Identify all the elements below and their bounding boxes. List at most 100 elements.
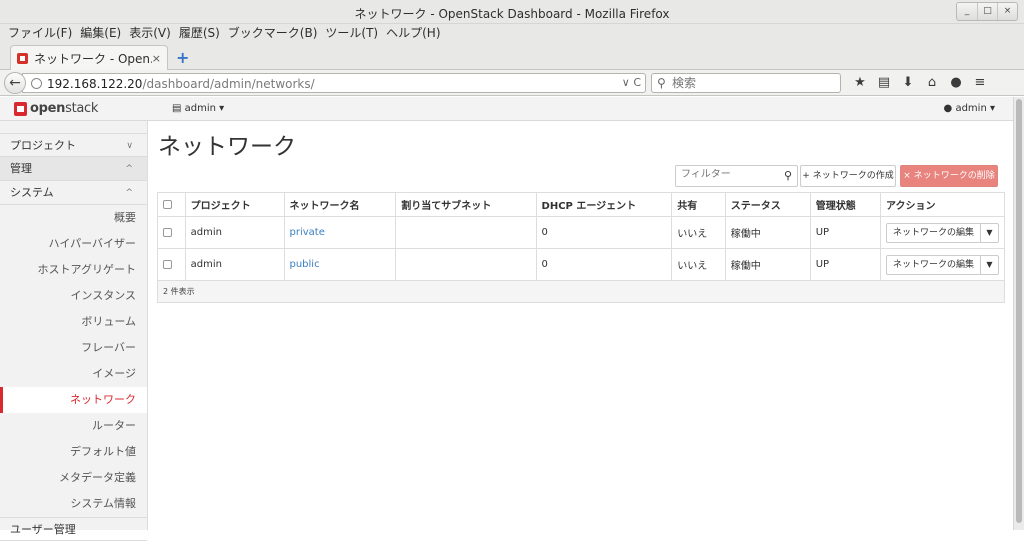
cell-status: 稼働中 (724, 248, 811, 281)
cell-subnets (395, 216, 537, 249)
caret-down-icon[interactable]: ▼ (980, 223, 998, 242)
row-checkbox[interactable] (163, 259, 172, 269)
close-window-button[interactable]: × (997, 3, 1017, 20)
sidebar-item-volumes[interactable]: ボリューム (0, 309, 147, 335)
cell-project: admin (184, 216, 285, 249)
row-select-cell[interactable] (157, 248, 186, 281)
select-all-checkbox[interactable] (163, 199, 172, 209)
window-titlebar: ネットワーク - OpenStack Dashboard - Mozilla F… (0, 0, 1024, 24)
sidebar-section-system[interactable]: システム ^ (0, 181, 147, 205)
download-icon[interactable]: ⬇ (896, 74, 920, 92)
cell-status: 稼働中 (724, 216, 811, 249)
window-title: ネットワーク - OpenStack Dashboard - Mozilla F… (354, 7, 670, 21)
column-header-project[interactable]: プロジェクト (184, 192, 285, 217)
back-arrow-icon[interactable]: ← (4, 72, 26, 94)
project-dropdown[interactable]: ▤ admin ▾ (172, 103, 224, 114)
home-icon[interactable]: ⌂ (920, 74, 944, 92)
url-host: 192.168.122.20 (47, 77, 143, 91)
row-select-cell[interactable] (157, 216, 186, 249)
sidebar-item-host-aggregates[interactable]: ホストアグリゲート (0, 257, 147, 283)
main-content: ネットワーク ⚲ + ネットワークの作成 × ネットワークの削除 プロジェクト … (149, 121, 1013, 530)
logo-text-stack: stack (65, 101, 99, 116)
row-action-group: ネットワークの編集 ▼ (885, 254, 999, 275)
url-bar[interactable]: 192.168.122.20/dashboard/admin/networks/… (22, 73, 646, 93)
hamburger-menu-icon[interactable]: ≡ (968, 74, 992, 92)
cell-subnets (395, 248, 537, 281)
toolbar-icons: ★ ▤ ⬇ ⌂ ● ≡ (848, 74, 992, 92)
reading-list-icon[interactable]: ▤ (872, 74, 896, 92)
user-dropdown[interactable]: ● admin ▾ (944, 103, 995, 114)
sidebar: プロジェクト ∨ 管理 ^ システム ^ 概要 ハイパーバイザー ホストアグリゲート … (0, 121, 148, 541)
search-icon[interactable]: ⚲ (784, 169, 792, 182)
column-header-admin-state[interactable]: 管理状態 (809, 192, 881, 217)
network-name-link[interactable]: private (290, 227, 325, 238)
edit-network-button[interactable]: ネットワークの編集 (887, 224, 980, 242)
menu-file[interactable]: ファイル(F) (4, 24, 76, 42)
column-header-dhcp-agents[interactable]: DHCP エージェント (535, 192, 673, 217)
sidebar-item-flavors[interactable]: フレーバー (0, 335, 147, 361)
globe-icon (31, 78, 42, 89)
column-header-actions: アクション (879, 192, 1006, 217)
maximize-button[interactable]: □ (977, 3, 997, 20)
create-network-button[interactable]: + ネットワークの作成 (800, 165, 896, 187)
addon-icon[interactable]: ● (944, 74, 968, 92)
column-header-status[interactable]: ステータス (724, 192, 811, 217)
sidebar-section-admin[interactable]: 管理 ^ (0, 157, 147, 181)
chevron-down-icon: ∨ (126, 141, 133, 151)
chevron-up-icon: ^ (125, 188, 133, 198)
menu-bookmarks[interactable]: ブックマーク(B) (224, 24, 322, 42)
tab-networks[interactable]: ネットワーク - Open... × (10, 45, 168, 71)
url-text[interactable]: 192.168.122.20/dashboard/admin/networks/ (47, 77, 315, 91)
table-footer-row: 2 件表示 (157, 280, 1005, 303)
url-dropdown-reload-icon[interactable]: ∨ C (622, 76, 641, 89)
new-tab-plus-icon[interactable]: + (176, 48, 189, 67)
menu-help[interactable]: ヘルプ(H) (382, 24, 444, 42)
cell-admin-state: UP (809, 216, 881, 249)
menu-tools[interactable]: ツール(T) (321, 24, 382, 42)
sidebar-item-hypervisors[interactable]: ハイパーバイザー (0, 231, 147, 257)
caret-down-icon[interactable]: ▼ (980, 255, 998, 274)
cell-actions: ネットワークの編集 ▼ (879, 248, 1006, 281)
bookmark-star-icon[interactable]: ★ (848, 74, 872, 92)
menu-history[interactable]: 履歴(S) (175, 24, 224, 42)
menu-view[interactable]: 表示(V) (125, 24, 175, 42)
column-header-subnets[interactable]: 割り当てサブネット (395, 192, 537, 217)
sidebar-section-identity[interactable]: ユーザー管理 (0, 517, 147, 541)
search-bar[interactable]: ⚲ (651, 73, 841, 93)
sidebar-item-images[interactable]: イメージ (0, 361, 147, 387)
tab-close-icon[interactable]: × (152, 52, 161, 65)
menu-edit[interactable]: 編集(E) (76, 24, 125, 42)
scrollbar-thumb[interactable] (1016, 99, 1022, 523)
sidebar-item-instances[interactable]: インスタンス (0, 283, 147, 309)
chevron-up-icon: ^ (125, 164, 133, 174)
cell-shared: いいえ (671, 216, 726, 249)
logo-text-open: open (30, 101, 66, 116)
column-header-shared[interactable]: 共有 (671, 192, 726, 217)
filter-box[interactable]: ⚲ (675, 165, 798, 187)
sidebar-item-overview[interactable]: 概要 (0, 205, 147, 231)
window-controls: _ □ × (956, 2, 1018, 21)
navigation-toolbar: 192.168.122.20/dashboard/admin/networks/… (0, 70, 1024, 96)
row-action-group: ネットワークの編集 ▼ (885, 222, 999, 243)
column-header-network-name[interactable]: ネットワーク名 (283, 192, 397, 217)
sidebar-item-metadata-definitions[interactable]: メタデータ定義 (0, 465, 147, 491)
sidebar-item-defaults[interactable]: デフォルト値 (0, 439, 147, 465)
vertical-scrollbar[interactable] (1013, 97, 1024, 530)
sidebar-item-routers[interactable]: ルーター (0, 413, 147, 439)
sidebar-section-project[interactable]: プロジェクト ∨ (0, 133, 147, 157)
select-all-header[interactable] (157, 192, 186, 217)
delete-networks-button[interactable]: × ネットワークの削除 (900, 165, 998, 187)
cell-dhcp-agents: 0 (535, 216, 673, 249)
openstack-logo[interactable]: openstack (14, 101, 98, 116)
minimize-button[interactable]: _ (957, 3, 977, 20)
network-name-link[interactable]: public (290, 259, 320, 270)
row-checkbox[interactable] (163, 227, 172, 237)
search-icon: ⚲ (657, 76, 666, 90)
search-input[interactable] (672, 76, 832, 90)
sidebar-item-networks[interactable]: ネットワーク (0, 387, 147, 413)
cell-admin-state: UP (809, 248, 881, 281)
edit-network-button[interactable]: ネットワークの編集 (887, 256, 980, 274)
filter-input[interactable] (681, 169, 777, 180)
sidebar-item-system-info[interactable]: システム情報 (0, 491, 147, 517)
table-footer-count: 2 件表示 (157, 280, 1005, 303)
